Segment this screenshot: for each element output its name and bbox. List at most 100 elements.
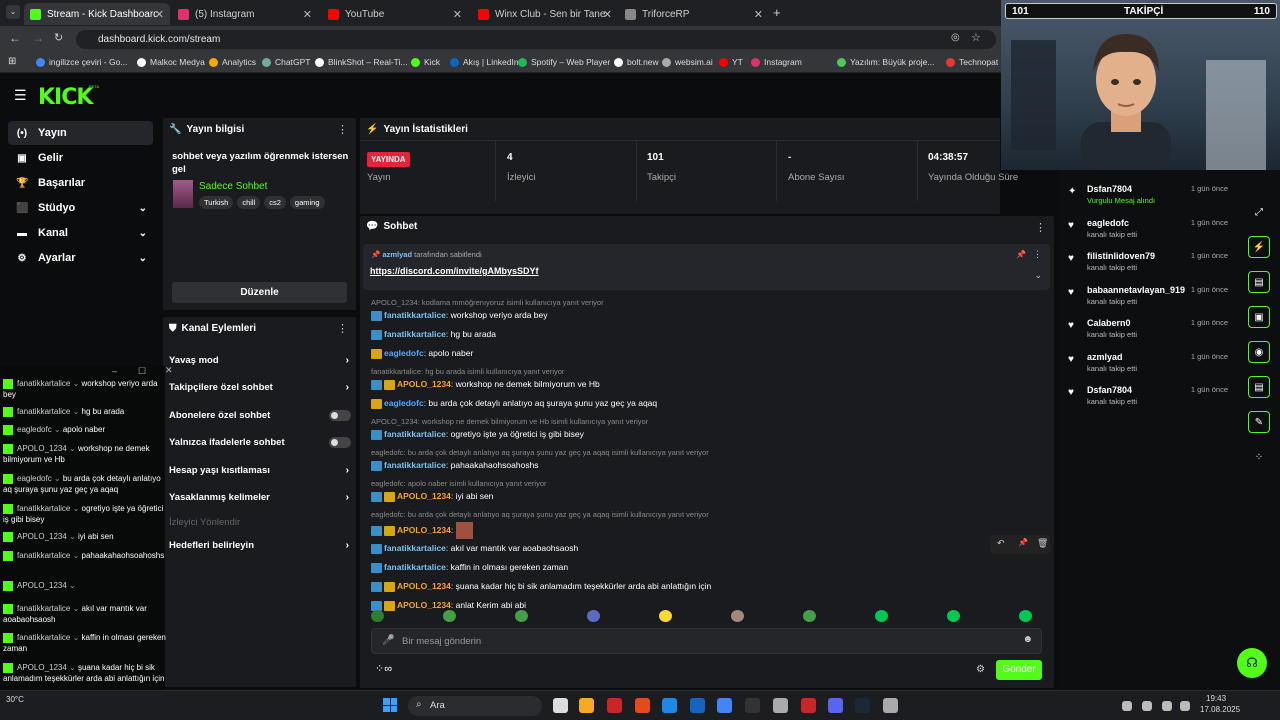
unpin-icon[interactable]: 📌 [1016,250,1026,259]
category-name[interactable]: Sadece Sohbet [199,181,267,192]
tab-search-icon[interactable]: ⌄ [6,5,20,19]
eye-off-icon[interactable]: ◎ [951,32,960,43]
feed-item[interactable]: ✦ Dsfan7804 Vurgulu Mesaj alındı 1 gün önce [1068,184,1238,214]
pin-icon[interactable]: 📌 [1018,538,1028,547]
app-icon[interactable] [635,698,650,713]
settings-icon[interactable]: ⚙ [976,664,985,675]
explorer-icon[interactable] [579,698,594,713]
chat-message[interactable]: eagledofc: apolo naber [371,348,473,359]
new-tab-icon[interactable]: + [773,5,781,20]
bookmark-item[interactable]: Spotify – Web Player [518,57,610,67]
mic-icon[interactable]: 🎤 [382,635,394,646]
trash-icon[interactable]: 🗑 [1037,538,1048,549]
tray-icon[interactable] [1162,701,1172,711]
tab-close-icon[interactable]: ✕ [603,8,612,21]
wrench-icon[interactable]: ✎ [1248,411,1270,433]
emote-icon[interactable] [803,610,816,622]
tag-chip[interactable]: chill [237,196,261,209]
back-icon[interactable]: ← [9,31,21,45]
chat-username[interactable]: fanatikkartalice [384,329,446,339]
chat-message[interactable]: fanatikkartalice: ogretiyo işte ya öğret… [371,429,584,440]
reload-icon[interactable]: ↻ [54,31,63,44]
chrome-icon[interactable] [717,698,732,713]
chat-username[interactable]: APOLO_1234 [397,581,451,591]
kick-logo[interactable]: KICK [38,85,93,110]
next-icon[interactable] [607,698,622,713]
start-icon[interactable] [383,698,397,712]
star-icon[interactable]: ☆ [971,31,981,44]
chat-username[interactable]: eagledofc [384,398,424,408]
forward-icon[interactable]: → [32,31,44,45]
lightning-icon[interactable]: ⚡ [1248,236,1270,258]
task-view-icon[interactable] [553,698,568,713]
expand-icon[interactable]: ⤢ [1248,201,1270,223]
bookmark-item[interactable]: websim.ai [662,57,713,67]
chat-message[interactable]: APOLO_1234: iyi abi sen [371,491,493,502]
tab-close-icon[interactable]: ✕ [453,8,462,21]
chat-username[interactable]: fanatikkartalice [384,429,446,439]
chat-message[interactable]: APOLO_1234: şuana kadar hiç bi sik anlam… [371,581,711,592]
more-icon[interactable]: ⋮ [1035,221,1046,234]
document-icon[interactable]: ▤ [1248,271,1270,293]
reply-icon[interactable]: ↶ [997,538,1005,549]
apps-icon[interactable]: ⊞ [8,56,16,67]
steam-icon[interactable] [855,698,870,713]
chat-message[interactable]: fanatikkartalice: hg bu arada [371,329,496,340]
url-field[interactable]: dashboard.kick.com/stream [76,30,996,49]
chat-username[interactable]: fanatikkartalice [384,543,446,553]
chat-username[interactable]: fanatikkartalice [384,310,446,320]
emote-icon[interactable] [731,610,744,622]
emote-icon[interactable] [659,610,672,622]
bookmark-item[interactable]: YT [719,57,743,67]
sidebar-item-4[interactable]: ▬ Kanal ⌄ [8,221,153,245]
toggle-switch[interactable] [329,437,351,448]
chat-username[interactable]: eagledofc [384,348,424,358]
chat-message[interactable]: fanatikkartalice: pahaakahaohsoahoshs [371,460,539,471]
obs-icon[interactable] [773,698,788,713]
discord-icon[interactable] [828,698,843,713]
chat-message[interactable]: fanatikkartalice: kaffin in olması gerek… [371,562,568,573]
maximize-icon[interactable]: ☐ [138,366,146,377]
sidebar-item-5[interactable]: ⚙ Ayarlar ⌄ [8,246,153,270]
tab-close-icon[interactable]: ✕ [155,8,164,21]
sidebar-item-2[interactable]: 🏆 Başarılar [8,171,153,195]
emote-icon[interactable] [587,610,600,622]
emote-icon[interactable] [1019,610,1032,622]
feed-item[interactable]: ♥ Calabern0 kanalı takip etti 1 gün önce [1068,318,1238,348]
bookmark-item[interactable]: Akış | LinkedIn [450,57,519,67]
tray-icon[interactable] [1180,701,1190,711]
channel-action-item[interactable]: Yavaş mod › [169,355,351,366]
tag-chip[interactable]: gaming [289,196,325,209]
browser-tab[interactable]: YouTube ✕ [322,3,468,25]
close-icon[interactable]: ✕ [165,365,173,376]
firefox-icon[interactable] [662,698,677,713]
bookmark-item[interactable]: Instagram [751,57,802,67]
channel-action-item[interactable]: Yasaklanmış kelimeler › [169,492,351,503]
feed-item[interactable]: ♥ filistinlidoven79 kanalı takip etti 1 gün… [1068,251,1238,281]
chat-username[interactable]: fanatikkartalice [384,562,446,572]
tray-icon[interactable] [1142,701,1152,711]
emote-icon[interactable] [947,610,960,622]
feed-item[interactable]: ♥ babaannetavlayan_919 kanalı takip etti 1 … [1068,285,1238,315]
chat-message[interactable]: fanatikkartalice: akıl var mantık var ao… [371,543,578,554]
more-icon[interactable]: ⋮ [337,123,348,136]
tab-close-icon[interactable]: ✕ [303,8,312,21]
feed-username[interactable]: Dsfan7804 [1087,385,1132,395]
sidebar-item-3[interactable]: ⬛ Stüdyo ⌄ [8,196,153,220]
channel-action-item[interactable]: Abonelere özel sohbet [169,410,351,421]
chat-username[interactable]: APOLO_1234 [397,525,451,535]
browser-tab[interactable]: TriforceRP ✕ [619,3,769,25]
taskbar-search[interactable]: ⌕ Ara [408,696,542,716]
emote-icon[interactable] [371,610,384,622]
browser-tab[interactable]: (5) Instagram ✕ [172,3,318,25]
tab-close-icon[interactable]: ✕ [754,8,763,21]
minimize-icon[interactable]: – [112,366,117,376]
send-button[interactable]: Gönder [996,660,1042,680]
bookmark-item[interactable]: Analytics [209,57,256,67]
app-icon[interactable] [883,698,898,713]
menu-icon[interactable]: ☰ [14,87,27,104]
feed-item[interactable]: ♥ azmlyad kanalı takip etti 1 gün önce [1068,352,1238,382]
bookmark-item[interactable]: Kick [411,57,440,67]
channel-action-item[interactable]: Hesap yaşı kısıtlaması › [169,465,351,476]
more-icon[interactable]: ⋮ [1033,249,1042,260]
